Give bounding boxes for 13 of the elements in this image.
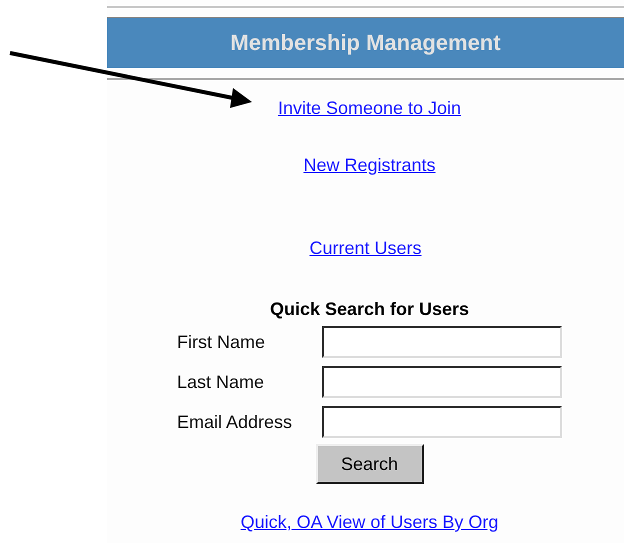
input-field[interactable] <box>322 406 562 438</box>
report-link[interactable]: Quick, OA View of Users By Org <box>240 512 498 532</box>
nav-link[interactable]: Current Users <box>309 238 422 259</box>
section-title: Quick Search for Users <box>268 299 470 320</box>
input-field[interactable] <box>322 366 562 398</box>
field-label: First Name <box>177 332 266 352</box>
nav-link[interactable]: New Registrants <box>303 155 436 176</box>
search-button[interactable]: Search <box>316 444 424 484</box>
page-title: Membership Management <box>230 30 501 56</box>
input-field[interactable] <box>322 326 562 358</box>
field-label: Email Address <box>177 412 294 432</box>
field-label: Last Name <box>177 372 266 392</box>
nav-link[interactable]: Invite Someone to Join <box>278 98 462 119</box>
